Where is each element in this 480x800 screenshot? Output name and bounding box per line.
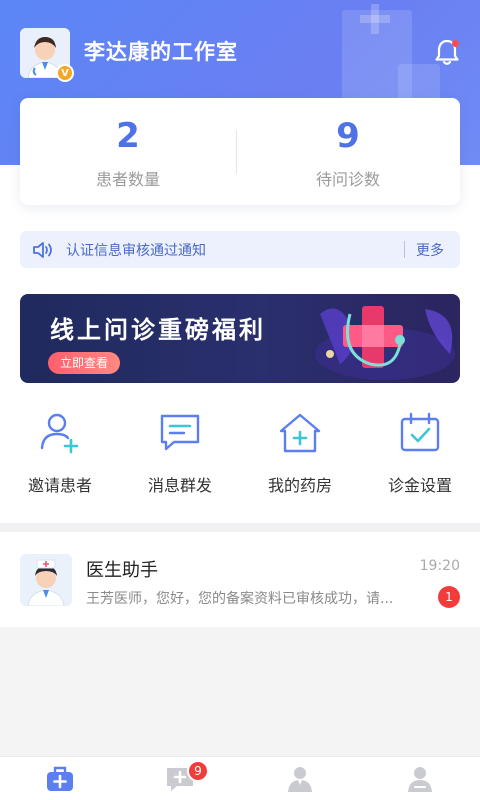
stats-divider	[236, 130, 237, 174]
pharmacy-label: 我的药房	[267, 476, 332, 495]
studio-title: 李达康的工作室	[84, 40, 238, 64]
invite-patient-label: 邀请患者	[27, 476, 92, 495]
patients-icon	[288, 767, 312, 792]
notice-divider	[404, 241, 405, 258]
assistant-avatar	[20, 554, 72, 606]
section-divider	[0, 523, 480, 532]
broadcast-message-button[interactable]: 消息群发	[120, 410, 240, 496]
medical-cross-illustration-icon	[315, 306, 455, 380]
broadcast-message-label: 消息群发	[147, 476, 212, 495]
pending-consult-stat[interactable]: 9 待问诊数	[240, 98, 456, 205]
broadcast-message-icon	[160, 414, 200, 451]
bottom-tab-bar	[0, 756, 480, 800]
patient-count-label: 患者数量	[95, 170, 160, 189]
pharmacy-icon	[279, 413, 321, 453]
promo-banner[interactable]: 线上问诊重磅福利 立即查看	[20, 294, 460, 383]
verified-badge: V	[56, 64, 74, 82]
quick-actions: 邀请患者 消息群发 我的药房 诊金设置	[0, 410, 480, 500]
speaker-icon	[33, 242, 52, 258]
consultation-fee-button[interactable]: 诊金设置	[360, 410, 480, 496]
tab-messages[interactable]	[120, 757, 240, 800]
invite-patient-icon	[40, 413, 79, 454]
tab-patients[interactable]	[240, 757, 360, 800]
notice-bar[interactable]: 认证信息审核通过通知 更多	[20, 231, 460, 268]
unread-badge: 1	[438, 586, 460, 608]
profile-icon	[408, 767, 432, 792]
patient-count-value: 2	[116, 116, 140, 156]
pharmacy-button[interactable]: 我的药房	[240, 410, 360, 496]
message-preview: 王芳医师，您好，您的备案资料已审核成功，请...	[86, 591, 394, 607]
nurse-avatar-icon	[20, 554, 72, 606]
message-list-item[interactable]: 医生助手 王芳医师，您好，您的备案资料已审核成功，请... 19:20 1	[0, 532, 480, 627]
notice-text: 认证信息审核通过通知	[66, 243, 206, 259]
consultation-fee-label: 诊金设置	[387, 476, 452, 495]
invite-patient-button[interactable]: 邀请患者	[0, 410, 120, 496]
consultation-fee-icon	[400, 412, 440, 452]
pending-consult-value: 9	[336, 116, 360, 156]
notice-more-link[interactable]: 更多	[416, 240, 444, 260]
tab-profile[interactable]	[360, 757, 480, 800]
banner-headline: 线上问诊重磅福利	[50, 316, 266, 344]
bell-notification-dot	[452, 40, 459, 47]
patient-count-stat[interactable]: 2 患者数量	[20, 98, 236, 205]
stats-card: 2 患者数量 9 待问诊数	[20, 98, 460, 205]
banner-cta-button[interactable]: 立即查看	[48, 352, 121, 374]
tab-workstation[interactable]	[0, 757, 120, 800]
cross-decoration-icon	[360, 4, 390, 34]
message-time: 19:20	[419, 558, 460, 574]
message-sender: 医生助手	[86, 560, 158, 581]
pending-consult-label: 待问诊数	[315, 170, 380, 189]
banner-pagination	[232, 372, 298, 383]
messages-tab-badge: 9	[187, 760, 209, 782]
workstation-icon	[47, 766, 73, 791]
